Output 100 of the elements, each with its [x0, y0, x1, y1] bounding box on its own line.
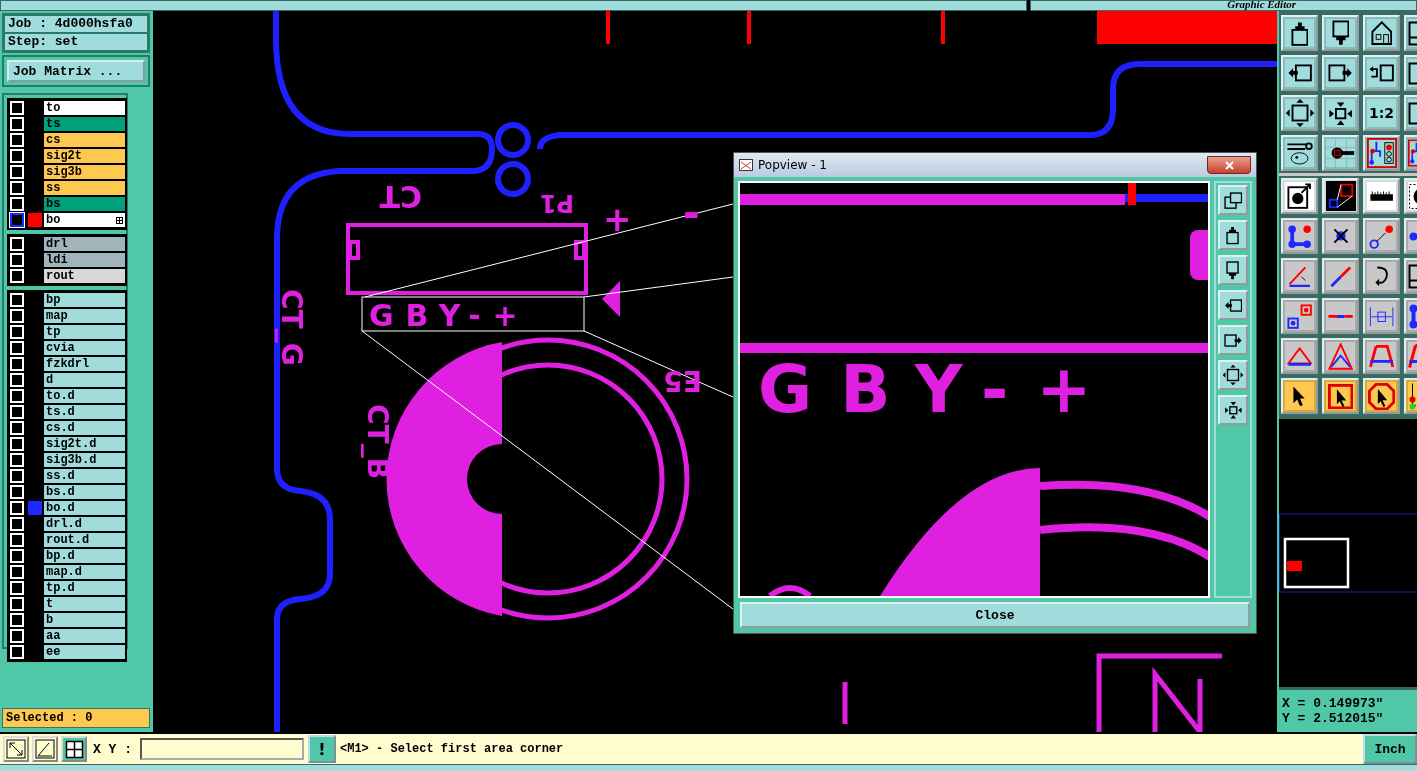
layer-checkbox[interactable]	[10, 213, 24, 228]
tool-button[interactable]	[1404, 15, 1417, 52]
tool-button[interactable]	[1404, 378, 1417, 415]
tool-button[interactable]	[1281, 338, 1318, 375]
view-button[interactable]	[1218, 360, 1248, 391]
tool-button[interactable]	[1281, 15, 1318, 52]
tool-button[interactable]	[1404, 338, 1417, 375]
tool-button[interactable]	[1281, 218, 1318, 255]
layer-item[interactable]: bo.d	[44, 501, 125, 516]
layer-item[interactable]: d	[44, 373, 125, 388]
layer-item[interactable]: ss.d	[44, 469, 125, 484]
layer-item[interactable]: map	[44, 309, 125, 324]
tool-button[interactable]	[1404, 55, 1417, 92]
tool-button[interactable]	[1363, 55, 1400, 92]
window-icon	[739, 159, 753, 172]
tool-button[interactable]	[1404, 95, 1417, 132]
close-button[interactable]: Close	[740, 602, 1250, 629]
tool-button[interactable]	[61, 736, 87, 763]
tool-button[interactable]	[1281, 135, 1318, 172]
diagonal-line-icon	[1329, 265, 1352, 288]
warning-button[interactable]: !	[308, 735, 336, 764]
tool-button[interactable]	[1363, 15, 1400, 52]
tool-button[interactable]	[1404, 178, 1417, 215]
tool-button[interactable]	[1363, 338, 1400, 375]
layer-item[interactable]: rout	[44, 269, 125, 284]
pin-triangle	[602, 281, 620, 318]
tool-button[interactable]	[1363, 378, 1400, 415]
tool-button[interactable]	[1281, 378, 1318, 415]
tool-button[interactable]	[1322, 55, 1359, 92]
layer-item[interactable]: map.d	[44, 565, 125, 580]
tool-button[interactable]	[1281, 298, 1318, 335]
layer-item[interactable]: cvia	[44, 341, 125, 356]
tool-button[interactable]	[1322, 15, 1359, 52]
tool-button[interactable]	[1322, 135, 1359, 172]
pointer-octagon-icon	[1367, 382, 1396, 410]
layer-item[interactable]: ts	[44, 117, 125, 132]
tool-button[interactable]	[1404, 298, 1417, 335]
layer-item[interactable]: b	[44, 613, 125, 628]
tool-button[interactable]	[1281, 258, 1318, 295]
tool-button[interactable]	[1404, 218, 1417, 255]
tool-button[interactable]	[1404, 258, 1417, 295]
pointer-box-icon	[1327, 383, 1354, 409]
view-button[interactable]	[1218, 395, 1248, 426]
tool-button[interactable]	[1322, 95, 1359, 132]
layer-item[interactable]: bp	[44, 293, 125, 308]
close-button[interactable]	[1207, 156, 1251, 175]
layer-item[interactable]: bo	[44, 213, 125, 228]
selected-count: Selected : 0	[2, 708, 150, 729]
layer-item[interactable]: drl	[44, 237, 125, 252]
layer-item[interactable]: cs	[44, 133, 125, 148]
xy-input-field[interactable]	[140, 738, 304, 761]
layer-item[interactable]: tp	[44, 325, 125, 340]
tool-button[interactable]	[1363, 178, 1400, 215]
layer-item[interactable]: aa	[44, 629, 125, 644]
layer-item[interactable]: cs.d	[44, 421, 125, 436]
tool-button[interactable]	[1281, 95, 1318, 132]
tool-button[interactable]	[1281, 178, 1318, 215]
tool-button[interactable]	[3, 736, 29, 763]
view-button[interactable]	[1218, 325, 1248, 356]
layer-item[interactable]: tp.d	[44, 581, 125, 596]
tool-button[interactable]	[32, 736, 58, 763]
view-button[interactable]	[1218, 185, 1248, 216]
tool-button[interactable]	[1363, 258, 1400, 295]
tool-button[interactable]	[1322, 218, 1359, 255]
tool-button[interactable]: 1:2	[1363, 95, 1400, 132]
tool-button[interactable]	[1404, 135, 1417, 172]
layer-item[interactable]: ldi	[44, 253, 125, 268]
layer-item[interactable]: sig2t.d	[44, 437, 125, 452]
layer-item[interactable]: bs.d	[44, 485, 125, 500]
layer-item[interactable]: sig2t	[44, 149, 125, 164]
house-icon	[1370, 21, 1393, 46]
box-arrow-left-icon	[1223, 298, 1243, 312]
view-button[interactable]	[1218, 290, 1248, 321]
tool-button[interactable]	[1281, 55, 1318, 92]
job-matrix-button[interactable]: Job Matrix ...	[7, 60, 145, 83]
triangle-icon	[1286, 346, 1313, 366]
trapezoid-icon	[1408, 343, 1417, 369]
layer-item[interactable]: sig3b	[44, 165, 125, 180]
layer-item[interactable]: t	[44, 597, 125, 612]
layer-item[interactable]: to.d	[44, 389, 125, 404]
tool-button[interactable]	[1363, 135, 1400, 172]
tool-button[interactable]	[1363, 218, 1400, 255]
layer-item[interactable]: ee	[44, 645, 125, 660]
layer-item[interactable]: ts.d	[44, 405, 125, 420]
view-button[interactable]	[1218, 220, 1248, 251]
units-button[interactable]: Inch	[1363, 734, 1417, 765]
tool-button[interactable]	[1322, 378, 1359, 415]
view-button[interactable]	[1218, 255, 1248, 286]
layer-item[interactable]: sig3b.d	[44, 453, 125, 468]
layer-item[interactable]: bp.d	[44, 549, 125, 564]
tool-button[interactable]	[1322, 178, 1359, 215]
window-icon	[1408, 20, 1417, 46]
layer-item[interactable]: to	[44, 101, 125, 116]
layer-item[interactable]: drl.d	[44, 517, 125, 532]
tool-button[interactable]	[1322, 338, 1359, 375]
layer-item[interactable]: fzkdrl	[44, 357, 125, 372]
layer-item[interactable]: bs	[44, 197, 125, 212]
layer-item[interactable]: rout.d	[44, 533, 125, 548]
layer-item[interactable]: ss	[44, 181, 125, 196]
box-arrow-down-icon	[1331, 20, 1350, 47]
